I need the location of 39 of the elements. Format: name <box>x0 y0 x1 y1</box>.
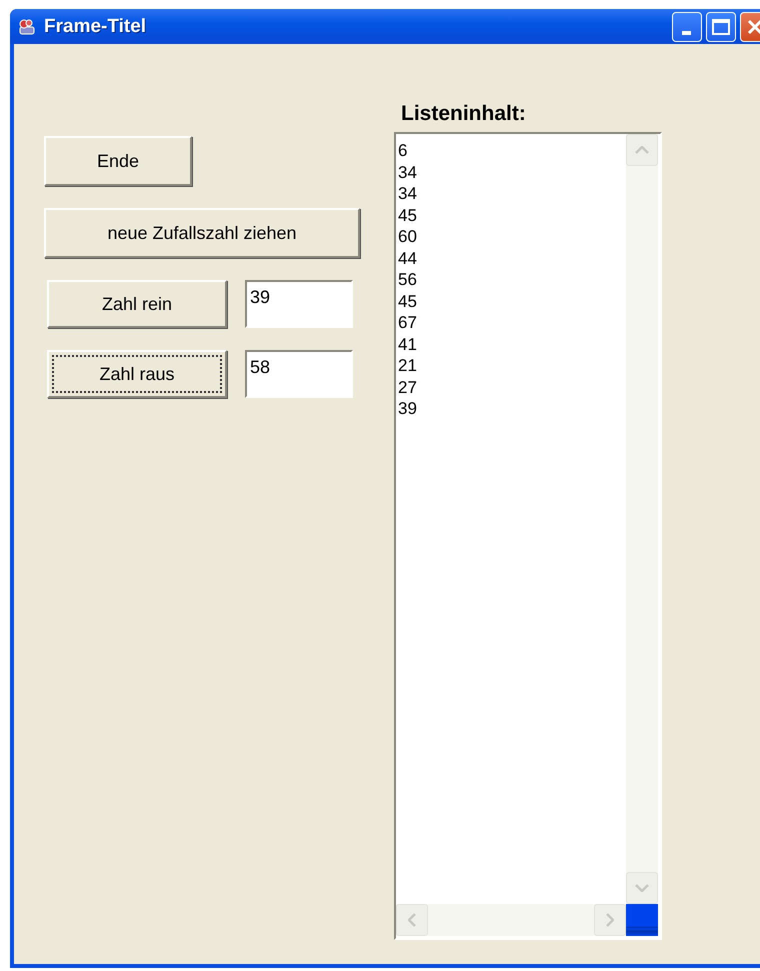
push-button[interactable]: Ende <box>44 136 192 186</box>
list-box[interactable]: 6 34 34 45 60 44 56 45 67 41 21 27 39 <box>394 132 662 940</box>
list-item[interactable]: 34 <box>398 162 660 183</box>
chevron-right-icon <box>606 913 614 927</box>
list-item[interactable]: 67 <box>398 312 660 334</box>
close-icon <box>747 18 760 34</box>
push-button[interactable]: Zahl rein <box>47 280 227 328</box>
window-title: Frame-Titel <box>44 16 146 38</box>
maximize-button[interactable] <box>706 12 736 42</box>
scroll-left-button[interactable] <box>396 904 428 936</box>
list-item[interactable]: 41 <box>398 334 660 355</box>
list-item[interactable]: 39 <box>398 398 660 420</box>
chevron-down-icon <box>635 884 649 892</box>
maximize-icon <box>712 18 730 34</box>
input-field[interactable]: 39 <box>245 280 353 328</box>
list-item[interactable]: 56 <box>398 269 660 290</box>
list-label: Listeninhalt: <box>401 102 527 126</box>
chevron-up-icon <box>635 146 649 154</box>
scroll-down-button[interactable] <box>626 872 658 904</box>
scrollbar-corner <box>626 904 658 936</box>
vertical-scrollbar[interactable] <box>626 134 658 904</box>
minimize-icon <box>682 30 692 34</box>
list-item[interactable]: 27 <box>398 376 660 398</box>
minimize-button[interactable] <box>672 12 702 42</box>
scroll-right-button[interactable] <box>594 904 626 936</box>
horizontal-scrollbar[interactable] <box>396 904 626 936</box>
push-button[interactable]: neue Zufallszahl ziehen <box>44 208 360 258</box>
app-icon <box>18 18 36 36</box>
list-item[interactable]: 60 <box>398 226 660 248</box>
scroll-up-button[interactable] <box>626 134 658 166</box>
input-field[interactable]: 58 <box>245 350 353 398</box>
list-item[interactable]: 45 <box>398 204 660 226</box>
push-button[interactable]: Zahl raus <box>47 350 227 398</box>
list-item[interactable]: 44 <box>398 248 660 269</box>
chevron-left-icon <box>408 913 416 927</box>
list-item[interactable]: 6 <box>398 140 660 162</box>
list-item[interactable]: 21 <box>398 355 660 376</box>
list-item[interactable]: 34 <box>398 183 660 204</box>
list-item[interactable]: 45 <box>398 290 660 312</box>
